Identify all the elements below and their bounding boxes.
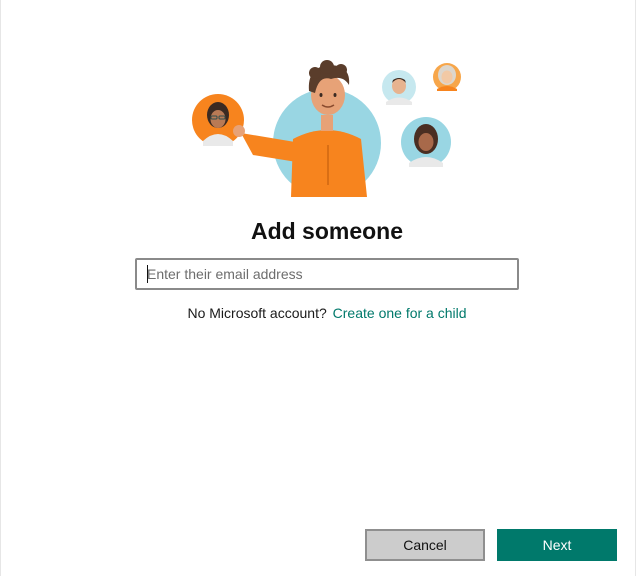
create-child-account-link[interactable]: Create one for a child (333, 305, 467, 321)
woman-avatar-icon (192, 94, 244, 146)
girl-avatar-icon (401, 117, 451, 167)
add-family-member-illustration-icon (192, 60, 461, 197)
text-cursor (147, 265, 148, 283)
email-field[interactable] (135, 258, 519, 290)
page-title: Add someone (250, 218, 404, 244)
add-someone-dialog: Add someone No Microsoft account? Create… (0, 0, 636, 576)
no-account-text: No Microsoft account? (187, 305, 327, 321)
small-man-avatar-icon (382, 70, 416, 105)
next-button[interactable]: Next (497, 529, 617, 561)
elderly-avatar-icon (433, 63, 461, 91)
account-prompt: No Microsoft account? Create one for a c… (1, 304, 636, 322)
man-avatar-icon (233, 60, 381, 197)
cancel-button[interactable]: Cancel (365, 529, 485, 561)
